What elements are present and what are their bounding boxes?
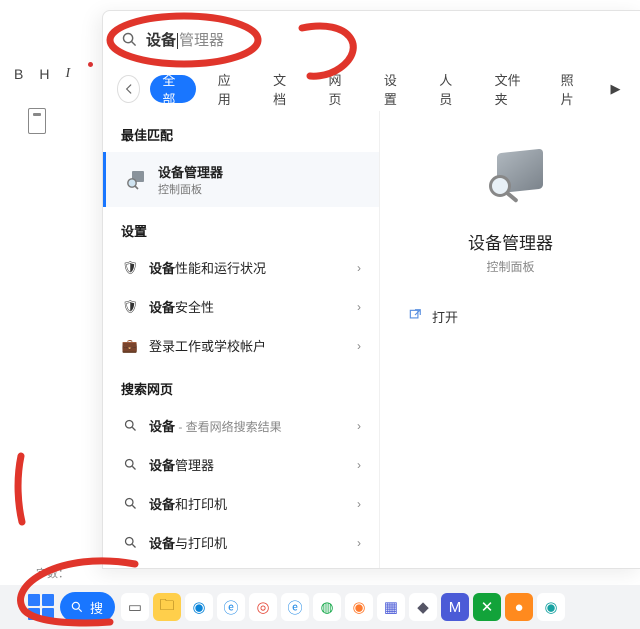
search-panel: 设备管理器 全部 应用 文档 网页 设置 人员 文件夹 照片 ▶ 最佳匹配 设备…	[102, 10, 640, 569]
start-button[interactable]	[28, 594, 54, 620]
taskbar-app-teal[interactable]: ◉	[537, 593, 565, 621]
preview-sub: 控制面板	[486, 258, 534, 275]
taskbar-app-orange[interactable]: ●	[505, 593, 533, 621]
filter-settings[interactable]: 设置	[372, 75, 417, 103]
taskbar-chrome[interactable]: ◎	[249, 593, 277, 621]
taskbar-task-view[interactable]: ▭	[121, 593, 149, 621]
taskbar-app-m[interactable]: M	[441, 593, 469, 621]
device-manager-icon	[124, 168, 148, 192]
taskbar-firefox[interactable]: ◉	[345, 593, 373, 621]
search-icon	[121, 31, 138, 48]
settings-item-health[interactable]: 🛡设备性能和运行状况 ›	[103, 248, 379, 287]
back-button[interactable]	[117, 75, 140, 103]
web-item-1[interactable]: 设备管理器›	[103, 445, 379, 484]
filter-docs[interactable]: 文档	[261, 75, 306, 103]
taskbar: 搜 ▭🗀◉ⓔ◎ⓔ◍◉▦◆M✕●◉	[0, 585, 640, 629]
settings-item-security[interactable]: 🛡设备安全性 ›	[103, 287, 379, 326]
word-count: 字数：	[36, 565, 69, 581]
search-icon	[121, 418, 139, 433]
unsaved-dot	[88, 62, 93, 67]
section-best-match: 最佳匹配	[103, 111, 379, 152]
search-input[interactable]: 设备管理器	[138, 23, 623, 56]
briefcase-icon: 💼	[121, 338, 139, 354]
section-settings: 设置	[103, 207, 379, 248]
open-icon	[408, 308, 422, 325]
filter-more[interactable]: ▶	[604, 75, 627, 103]
section-web: 搜索网页	[103, 365, 379, 406]
page-thumbnail	[28, 108, 46, 134]
shield-icon: 🛡	[121, 299, 139, 315]
chevron-right-icon: ›	[357, 536, 361, 550]
filter-web[interactable]: 网页	[316, 75, 361, 103]
preview-device-manager-icon	[469, 145, 553, 215]
taskbar-explorer[interactable]: 🗀	[153, 593, 181, 621]
chevron-right-icon: ›	[357, 458, 361, 472]
preview-pane: 设备管理器 控制面板 打开	[379, 111, 640, 568]
preview-title: 设备管理器	[468, 229, 553, 254]
bold-button[interactable]: B	[14, 66, 23, 82]
taskbar-app-cube[interactable]: ◆	[409, 593, 437, 621]
best-match-item[interactable]: 设备管理器 控制面板	[103, 152, 379, 207]
results-left: 最佳匹配 设备管理器 控制面板 设置 🛡设备性能和运行状况 › 🛡设备安全性 ›	[103, 111, 379, 568]
filter-people[interactable]: 人员	[427, 75, 472, 103]
filter-apps[interactable]: 应用	[206, 75, 251, 103]
taskbar-edge-legacy[interactable]: ⓔ	[281, 593, 309, 621]
chevron-right-icon: ›	[357, 261, 361, 275]
chevron-right-icon: ›	[357, 339, 361, 353]
taskbar-xbox[interactable]: ✕	[473, 593, 501, 621]
web-item-2[interactable]: 设备和打印机›	[103, 484, 379, 523]
filter-row: 全部 应用 文档 网页 设置 人员 文件夹 照片 ▶	[103, 67, 640, 111]
heading-button[interactable]: H	[39, 66, 49, 82]
taskbar-ie[interactable]: ⓔ	[217, 593, 245, 621]
search-icon	[121, 457, 139, 472]
web-item-4[interactable]: 设备加密›	[103, 562, 379, 568]
chevron-right-icon: ›	[357, 419, 361, 433]
taskbar-app-grid[interactable]: ▦	[377, 593, 405, 621]
shield-icon: 🛡	[121, 260, 139, 276]
web-item-0[interactable]: 设备 - 查看网络搜索结果›	[103, 406, 379, 445]
settings-item-account[interactable]: 💼登录工作或学校帐户 ›	[103, 326, 379, 365]
italic-button[interactable]: I	[65, 66, 70, 82]
chevron-right-icon: ›	[357, 300, 361, 314]
filter-folders[interactable]: 文件夹	[483, 75, 539, 103]
taskbar-edge[interactable]: ◉	[185, 593, 213, 621]
web-item-3[interactable]: 设备与打印机›	[103, 523, 379, 562]
search-icon	[121, 496, 139, 511]
taskbar-search[interactable]: 搜	[60, 592, 115, 622]
taskbar-browser360[interactable]: ◍	[313, 593, 341, 621]
filter-all[interactable]: 全部	[150, 75, 195, 103]
chevron-right-icon: ›	[357, 497, 361, 511]
open-action[interactable]: 打开	[380, 307, 458, 326]
filter-photos[interactable]: 照片	[549, 75, 594, 103]
search-icon	[121, 535, 139, 550]
annotation-3	[6, 450, 36, 530]
